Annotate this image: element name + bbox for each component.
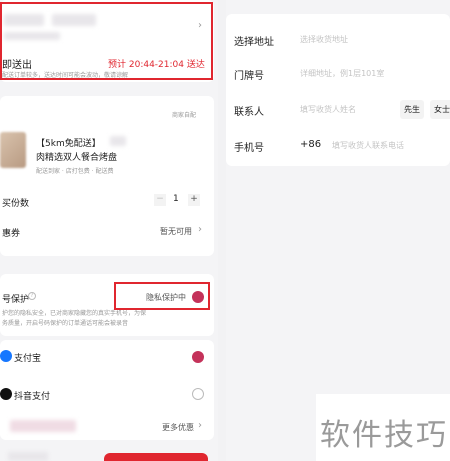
shop-tag: 商家自配	[172, 112, 197, 119]
product-title-blurred	[110, 136, 126, 146]
alipay-icon	[0, 350, 12, 362]
phone-input[interactable]: 填写收货人联系电话	[332, 140, 404, 151]
bottom-blurred	[8, 452, 48, 461]
privacy-highlight-box	[114, 282, 210, 310]
qty-minus-button[interactable]: −	[154, 194, 166, 206]
qty-plus-button[interactable]: +	[188, 194, 200, 206]
addr-input[interactable]: 选择收货地址	[300, 34, 348, 45]
addr-row[interactable]: 选择地址 选择收货地址	[234, 24, 444, 58]
pay-douyin-label[interactable]: 抖音支付	[14, 389, 50, 402]
gender-mr-button[interactable]: 先生	[400, 100, 424, 119]
submit-button[interactable]	[104, 453, 208, 461]
pay-alipay-label[interactable]: 支付宝	[14, 351, 41, 364]
gender-ms-button[interactable]: 女士	[430, 100, 450, 119]
product-tags: 配送到家 · 店打包费 · 配送费	[36, 168, 114, 175]
watermark-text: 软件技巧	[320, 418, 448, 453]
order-panel: › 即送出 配送订单较多，送达时间可能会波动，敬请谅解 预计 20:44-21:…	[0, 0, 218, 461]
coupon-value[interactable]: 暂无可用	[160, 226, 192, 237]
phone-row[interactable]: 手机号 +86 填写收货人联系电话	[234, 130, 444, 164]
contact-label: 联系人	[234, 107, 264, 118]
qty-value: 1	[173, 194, 179, 204]
phone-code[interactable]: +86	[300, 139, 321, 150]
contact-input[interactable]: 填写收货人姓名	[300, 104, 356, 115]
product-title: 【5km免配送】	[36, 139, 101, 149]
qty-label: 买份数	[2, 199, 30, 209]
coupon-label: 惠券	[2, 229, 21, 239]
eta-highlight-box	[0, 2, 213, 80]
privacy-desc-2: 务质量，开启号码保护的订单通话可能会被录音	[2, 320, 129, 327]
more-offers-chevron-icon[interactable]: ›	[198, 420, 202, 431]
more-offers-link[interactable]: 更多优惠	[162, 422, 194, 433]
door-input[interactable]: 详细地址，例1层101室	[300, 68, 384, 79]
offer-blurred	[10, 420, 76, 432]
product-subtitle: 肉精选双人餐合烤盘	[36, 153, 118, 163]
product-thumbnail	[0, 132, 26, 168]
watermark-box: 软件技巧	[316, 394, 450, 461]
douyin-radio[interactable]	[192, 388, 204, 400]
door-row[interactable]: 门牌号 详细地址，例1层101室	[234, 58, 444, 92]
douyin-icon	[0, 388, 12, 400]
door-label: 门牌号	[234, 71, 264, 82]
privacy-info-icon: ?	[28, 292, 36, 300]
coupon-chevron-icon[interactable]: ›	[198, 224, 202, 235]
payment-card: 支付宝 抖音支付 更多优惠 ›	[0, 340, 214, 440]
contact-row[interactable]: 联系人 填写收货人姓名 先生 女士	[234, 94, 450, 128]
product-card: 商家自配 【5km免配送】 肉精选双人餐合烤盘 配送到家 · 店打包费 · 配送…	[0, 96, 214, 256]
address-form-panel: 选择地址 选择收货地址 门牌号 详细地址，例1层101室 联系人 填写收货人姓名…	[226, 0, 450, 461]
privacy-label: 号保护	[2, 295, 30, 305]
address-form-card: 选择地址 选择收货地址 门牌号 详细地址，例1层101室 联系人 填写收货人姓名…	[226, 14, 450, 166]
addr-label: 选择地址	[234, 37, 274, 48]
alipay-radio[interactable]	[192, 351, 204, 363]
phone-label: 手机号	[234, 143, 264, 154]
